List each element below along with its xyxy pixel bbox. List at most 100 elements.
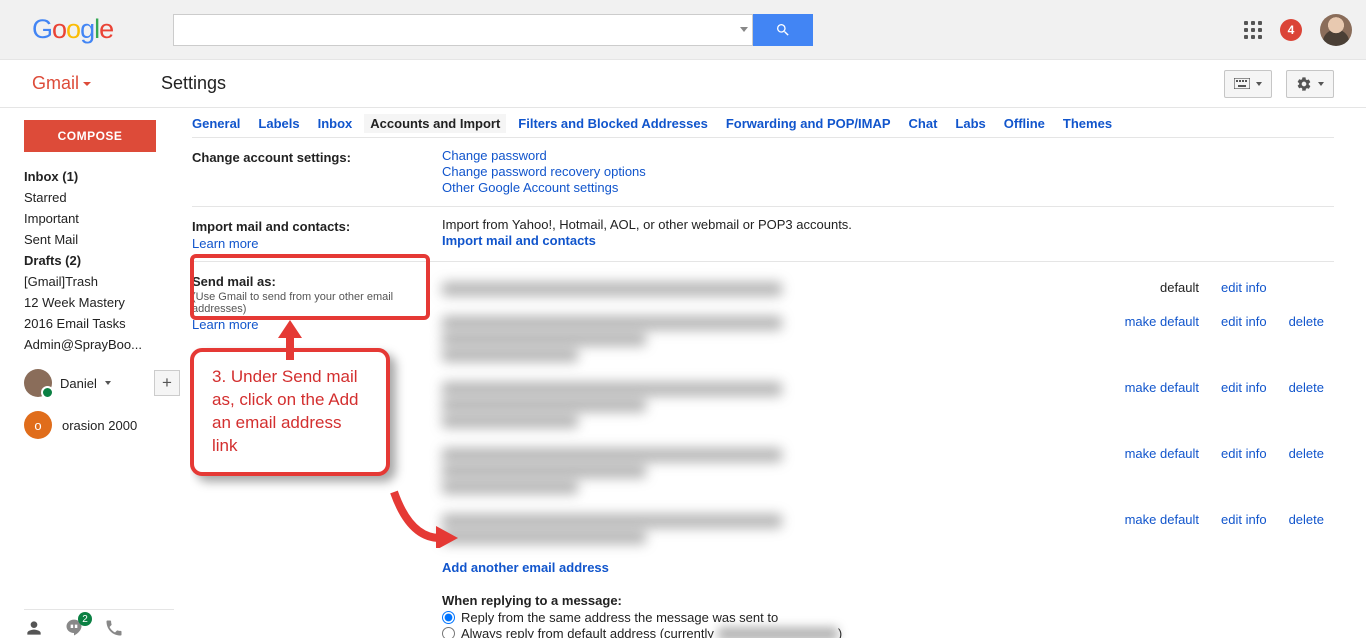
import-learn-more-link[interactable]: Learn more (192, 236, 258, 251)
hangouts-tabs: 2 (24, 609, 174, 638)
blurred-email (718, 627, 838, 638)
tab-forwarding[interactable]: Forwarding and POP/IMAP (726, 116, 891, 131)
hangouts-user-row[interactable]: Daniel + (24, 369, 190, 397)
table-row: make default edit info delete (442, 504, 1334, 554)
delete-link[interactable]: delete (1289, 380, 1324, 395)
import-description: Import from Yahoo!, Hotmail, AOL, or oth… (442, 217, 1334, 232)
hangouts-contact[interactable]: o orasion 2000 (24, 411, 190, 439)
nav-important[interactable]: Important (24, 208, 190, 229)
make-default-link[interactable]: make default (1125, 446, 1199, 461)
keyboard-icon (1234, 78, 1250, 89)
account-avatar[interactable] (1320, 14, 1352, 46)
tab-themes[interactable]: Themes (1063, 116, 1112, 131)
edit-info-link[interactable]: edit info (1221, 446, 1267, 461)
compose-button[interactable]: COMPOSE (24, 120, 156, 152)
tab-labels[interactable]: Labels (258, 116, 299, 131)
nav-label-1[interactable]: 12 Week Mastery (24, 292, 190, 313)
import-mail-contacts-link[interactable]: Import mail and contacts (442, 233, 596, 248)
change-password-link[interactable]: Change password (442, 148, 547, 163)
gear-icon (1296, 76, 1312, 92)
search-input[interactable] (174, 15, 734, 45)
sidebar: COMPOSE Inbox (1) Starred Important Sent… (0, 108, 190, 638)
input-tools-button[interactable] (1224, 70, 1272, 98)
delete-link[interactable]: delete (1289, 512, 1324, 527)
tab-offline[interactable]: Offline (1004, 116, 1045, 131)
apps-icon[interactable] (1244, 21, 1262, 39)
nav-starred[interactable]: Starred (24, 187, 190, 208)
nav-drafts[interactable]: Drafts (2) (24, 250, 190, 271)
tab-accounts-import[interactable]: Accounts and Import (364, 114, 506, 133)
annotation-callout: 3. Under Send mail as, click on the Add … (190, 348, 390, 476)
chevron-down-icon (83, 82, 91, 86)
reply-header: When replying to a message: (442, 593, 1334, 608)
nav-trash[interactable]: [Gmail]Trash (24, 271, 190, 292)
new-hangout-button[interactable]: + (154, 370, 180, 396)
gmail-menu[interactable]: Gmail (32, 73, 91, 94)
chevron-down-icon (1256, 82, 1262, 86)
google-logo[interactable]: Google (32, 14, 113, 45)
settings-button[interactable] (1286, 70, 1334, 98)
toolbar-right (1224, 70, 1334, 98)
edit-info-link[interactable]: edit info (1221, 380, 1267, 395)
nav-label-2[interactable]: 2016 Email Tasks (24, 313, 190, 334)
search-icon (775, 22, 791, 38)
logo-g: G (32, 14, 52, 45)
reply-option-default[interactable]: Always reply from default address (curre… (442, 626, 1334, 638)
reply-default-radio[interactable] (442, 627, 455, 638)
reply-same-radio[interactable] (442, 611, 455, 624)
settings-tabs: General Labels Inbox Accounts and Import… (192, 116, 1334, 138)
reply-option-default-label: Always reply from default address (curre… (461, 626, 714, 638)
reply-option-default-suffix: ) (838, 626, 842, 638)
nav-list: Inbox (1) Starred Important Sent Mail Dr… (24, 166, 190, 355)
hangouts-badge: 2 (78, 612, 92, 626)
chevron-down-icon (1318, 82, 1324, 86)
tab-chat[interactable]: Chat (909, 116, 938, 131)
logo-gg: g (80, 14, 94, 45)
search-box (173, 14, 813, 46)
phone-icon (104, 618, 124, 638)
add-another-email-link[interactable]: Add another email address (442, 560, 609, 575)
make-default-link[interactable]: make default (1125, 314, 1199, 329)
delete-link[interactable]: delete (1289, 314, 1324, 329)
gmail-label-text: Gmail (32, 73, 79, 94)
contact-name: orasion 2000 (62, 418, 137, 433)
reply-option-same[interactable]: Reply from the same address the message … (442, 610, 1334, 625)
annotation-highlight-box (190, 254, 430, 320)
settings-content: General Labels Inbox Accounts and Import… (190, 108, 1366, 638)
make-default-link[interactable]: make default (1125, 380, 1199, 395)
phone-tab[interactable] (104, 618, 124, 638)
logo-o2: o (66, 14, 80, 45)
change-recovery-link[interactable]: Change password recovery options (442, 164, 646, 179)
chevron-down-icon (105, 381, 111, 385)
notifications-badge[interactable]: 4 (1280, 19, 1302, 41)
tab-labs[interactable]: Labs (955, 116, 985, 131)
contacts-tab[interactable] (24, 618, 44, 638)
contact-avatar-icon: o (24, 411, 52, 439)
tab-inbox[interactable]: Inbox (318, 116, 353, 131)
nav-inbox[interactable]: Inbox (1) (24, 166, 190, 187)
search-input-wrapper[interactable] (173, 14, 753, 46)
page-title: Settings (161, 73, 226, 94)
hangouts-tab[interactable]: 2 (64, 618, 84, 638)
nav-label-3[interactable]: Admin@SprayBoo... (24, 334, 190, 355)
search-dropdown-caret-icon[interactable] (740, 27, 748, 32)
user-name: Daniel (60, 376, 97, 391)
table-row: make default edit info delete (442, 372, 1334, 438)
nav-sent[interactable]: Sent Mail (24, 229, 190, 250)
search-button[interactable] (753, 14, 813, 46)
top-bar: Google 4 (0, 0, 1366, 60)
make-default-link[interactable]: make default (1125, 512, 1199, 527)
edit-info-link[interactable]: edit info (1221, 280, 1267, 295)
tab-general[interactable]: General (192, 116, 240, 131)
table-row: make default edit info delete (442, 438, 1334, 504)
reply-option-same-label: Reply from the same address the message … (461, 610, 778, 625)
main-region: COMPOSE Inbox (1) Starred Important Sent… (0, 108, 1366, 638)
tab-filters[interactable]: Filters and Blocked Addresses (518, 116, 708, 131)
person-icon (24, 618, 44, 638)
send-mail-as-table: default edit info delete make default ed… (442, 272, 1334, 554)
other-account-settings-link[interactable]: Other Google Account settings (442, 180, 618, 195)
import-title: Import mail and contacts: (192, 219, 442, 234)
edit-info-link[interactable]: edit info (1221, 314, 1267, 329)
delete-link[interactable]: delete (1289, 446, 1324, 461)
edit-info-link[interactable]: edit info (1221, 512, 1267, 527)
